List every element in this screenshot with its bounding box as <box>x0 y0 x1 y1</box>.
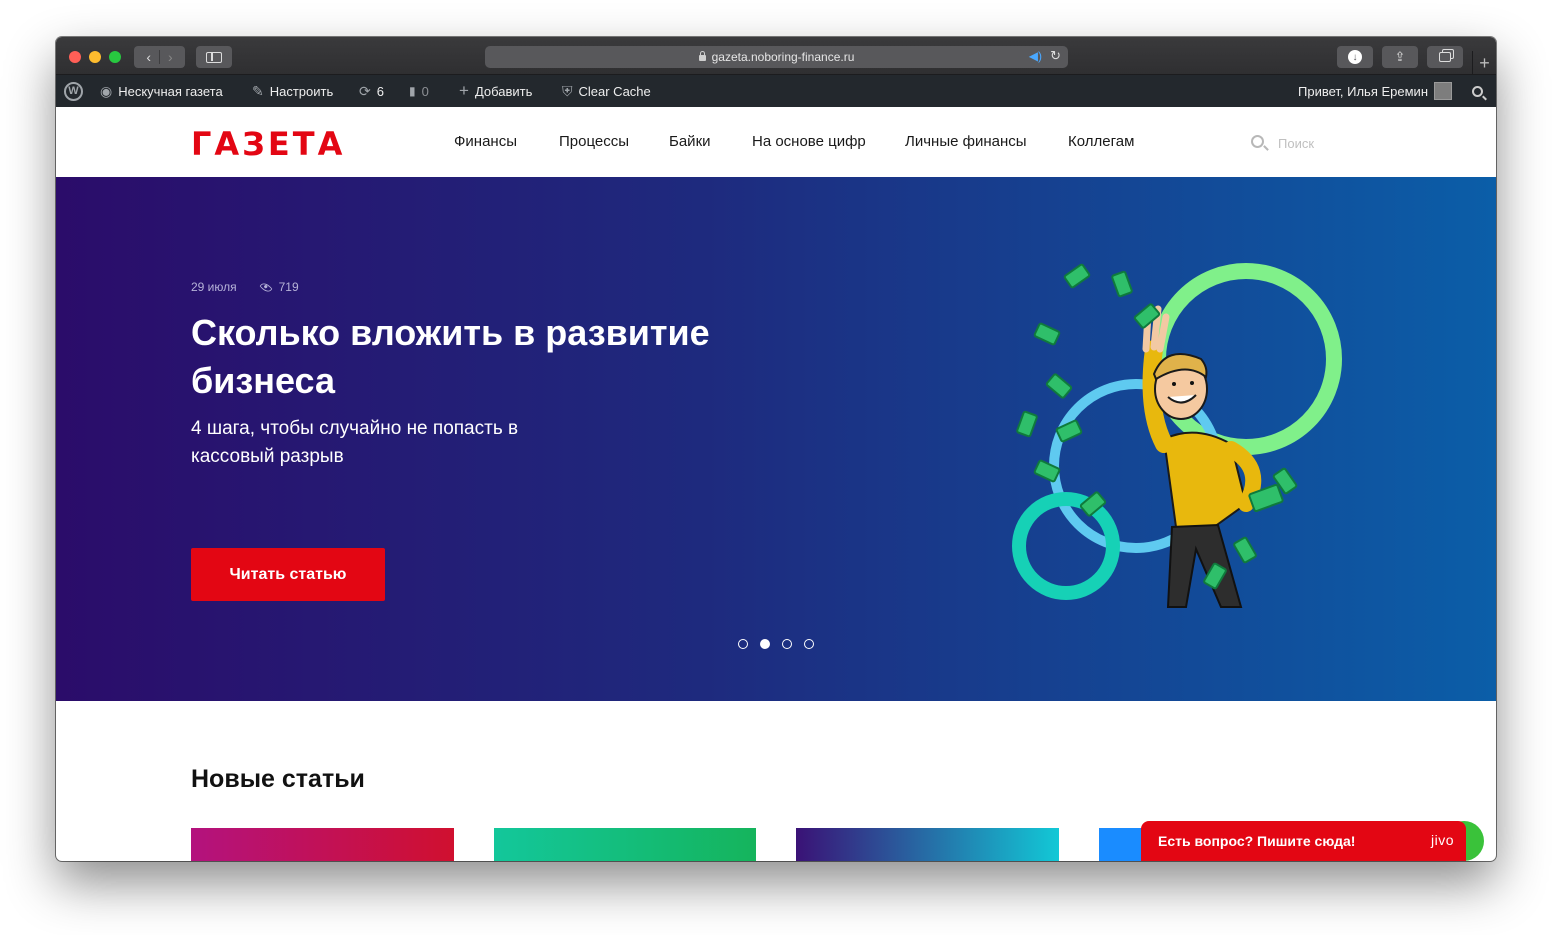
browser-toolbar: ‹ › gazeta.noboring-finance.ru ◀) ↻ ↓ ⇪ … <box>56 37 1496 75</box>
chevron-left-icon[interactable]: ‹ <box>146 49 151 65</box>
download-icon: ↓ <box>1348 50 1362 64</box>
plus-icon: + <box>1479 52 1490 73</box>
slider-dots <box>738 639 814 649</box>
admin-search-button[interactable] <box>1472 75 1487 107</box>
nav-item-processes[interactable]: Процессы <box>559 133 629 150</box>
wordpress-logo-button[interactable]: W <box>64 75 83 107</box>
jivo-chat-widget[interactable]: Есть вопрос? Пишите сюда! jivo <box>1141 821 1466 861</box>
browser-window: ‹ › gazeta.noboring-finance.ru ◀) ↻ ↓ ⇪ … <box>56 37 1496 861</box>
article-card[interactable] <box>796 828 1059 861</box>
close-window-button[interactable] <box>69 51 81 63</box>
updates-count: 6 <box>376 83 384 99</box>
wordpress-icon: W <box>64 81 83 101</box>
search-icon[interactable] <box>1251 135 1264 148</box>
greeting-label: Привет, Илья Еремин <box>1298 83 1428 99</box>
back-forward-buttons[interactable]: ‹ › <box>134 46 185 68</box>
audio-icon[interactable]: ◀) <box>1029 49 1042 63</box>
customize-link[interactable]: ✎ Настроить <box>252 75 333 107</box>
nav-item-finance[interactable]: Финансы <box>454 133 517 150</box>
tabs-icon <box>1439 52 1451 62</box>
search-icon <box>1472 85 1487 100</box>
minimize-window-button[interactable] <box>89 51 101 63</box>
updates-link[interactable]: ⟳ 6 <box>359 75 384 107</box>
slider-dot[interactable] <box>782 639 792 649</box>
downloads-button[interactable]: ↓ <box>1337 46 1373 68</box>
nav-item-personal-finance[interactable]: Личные финансы <box>905 133 1027 150</box>
site-logo[interactable]: ГАЗЕТА <box>191 125 345 163</box>
chevron-right-icon[interactable]: › <box>168 49 173 65</box>
slider-dot-active[interactable] <box>760 639 770 649</box>
sidebar-toggle-button[interactable] <box>196 46 232 68</box>
avatar <box>1434 82 1452 100</box>
site-header: ГАЗЕТА Финансы Процессы Байки На основе … <box>56 107 1496 177</box>
eye-icon <box>259 280 273 294</box>
comment-icon: ▮ <box>409 84 416 98</box>
article-views: 719 <box>278 280 299 294</box>
share-button[interactable]: ⇪ <box>1382 46 1418 68</box>
article-card[interactable] <box>494 828 756 861</box>
site-name-label: Нескучная газета <box>118 83 223 99</box>
lock-icon <box>698 51 706 61</box>
hero-slider: 29 июля 719 Сколько вложить в развитие б… <box>56 177 1496 701</box>
address-url: gazeta.noboring-finance.ru <box>711 50 855 64</box>
hero-subtitle: 4 шага, чтобы случайно не попасть в касс… <box>191 418 519 467</box>
search-input[interactable] <box>1278 132 1398 154</box>
tabs-overview-button[interactable] <box>1427 46 1463 68</box>
slider-dot[interactable] <box>738 639 748 649</box>
sidebar-icon <box>206 51 222 63</box>
address-bar[interactable]: gazeta.noboring-finance.ru ◀) ↻ <box>485 46 1068 68</box>
account-menu[interactable]: Привет, Илья Еремин <box>1298 75 1452 107</box>
nav-item-colleagues[interactable]: Коллегам <box>1068 133 1134 150</box>
zoom-window-button[interactable] <box>109 51 121 63</box>
comments-count: 0 <box>421 83 429 99</box>
read-article-button[interactable]: Читать статью <box>191 548 385 601</box>
dashboard-icon: ◉ <box>100 82 113 99</box>
clear-cache-label: Clear Cache <box>578 83 651 99</box>
new-tab-button[interactable]: + <box>1472 51 1496 75</box>
plus-icon: + <box>459 81 469 100</box>
comments-link[interactable]: ▮ 0 <box>409 75 429 107</box>
add-new-link[interactable]: + Добавить <box>459 75 532 107</box>
site-name-link[interactable]: ◉ Нескучная газета <box>100 75 223 107</box>
new-articles-title: Новые статьи <box>191 765 365 793</box>
cache-icon: ⛨ <box>562 82 573 99</box>
jivo-logo: jivo <box>1430 832 1454 848</box>
article-card[interactable] <box>191 828 454 861</box>
article-date: 29 июля <box>191 280 237 294</box>
add-new-label: Добавить <box>474 83 533 99</box>
nav-item-numbers[interactable]: На основе цифр <box>752 133 866 150</box>
share-icon: ⇪ <box>1394 49 1406 64</box>
refresh-icon: ⟳ <box>359 82 371 99</box>
hero-title[interactable]: Сколько вложить в развитие бизнеса <box>191 309 811 405</box>
wp-admin-bar: W ◉ Нескучная газета ✎ Настроить ⟳ 6 ▮ 0… <box>56 75 1496 107</box>
reload-icon[interactable]: ↻ <box>1050 48 1061 64</box>
nav-item-stories[interactable]: Байки <box>669 133 711 150</box>
article-meta: 29 июля 719 <box>191 280 299 294</box>
customize-label: Настроить <box>269 83 334 99</box>
hero-illustration <box>1012 263 1342 608</box>
brush-icon: ✎ <box>252 82 264 99</box>
jivo-label: Есть вопрос? Пишите сюда! <box>1158 833 1356 849</box>
slider-dot[interactable] <box>804 639 814 649</box>
clear-cache-link[interactable]: ⛨ Clear Cache <box>562 75 651 107</box>
